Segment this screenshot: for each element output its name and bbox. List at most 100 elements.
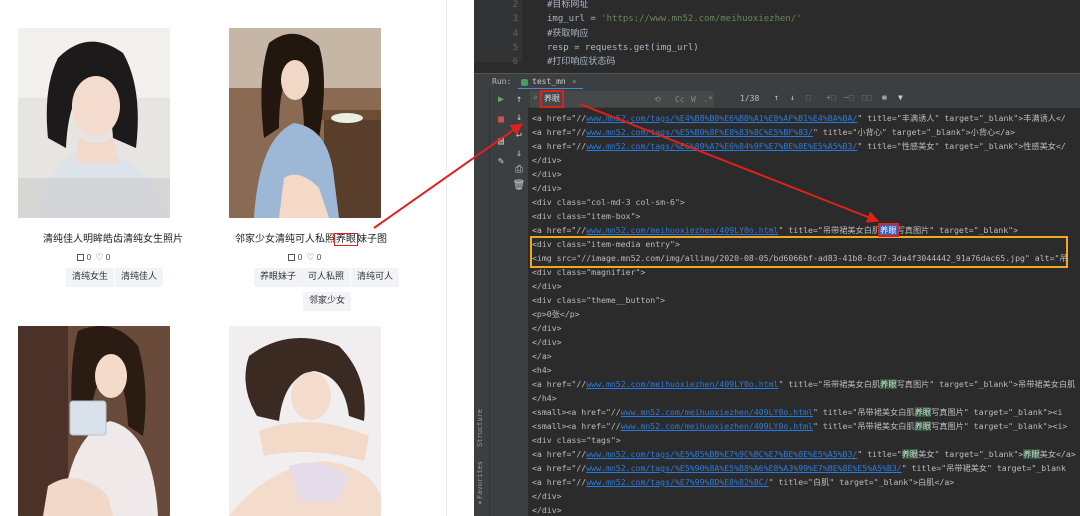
console-link[interactable]: www.mn52.com/meihuoxiezhen/409LY0o.html — [586, 225, 778, 235]
tag-chip[interactable]: 邻家少女 — [303, 292, 352, 311]
close-icon[interactable]: × — [572, 77, 577, 86]
console-text: <a href="// — [532, 113, 587, 123]
console-line: <a href="//www.mn52.com/meihuoxiezhen/40… — [532, 377, 1075, 391]
tag-chip[interactable]: 清纯佳人 — [115, 268, 164, 287]
search-icon: ⌕ — [533, 93, 538, 102]
match-case-toggle[interactable]: Cc — [675, 95, 685, 104]
console-text: " title="白肌" target="_blank">白肌</a> — [768, 477, 955, 487]
console-link[interactable]: www.mn52.com/tags/%E4%B8%B0%E6%BB%A1%E8%… — [586, 113, 857, 123]
star-icon: ★ — [476, 499, 484, 507]
console-line: </div> — [532, 153, 562, 167]
console-line: </div> — [532, 503, 562, 516]
console-line: <a href="//www.mn52.com/tags/%E5%B0%8F%E… — [532, 125, 1015, 139]
console-text: <small><a href="// — [532, 421, 621, 431]
console-link[interactable]: www.mn52.com/meihuoxiezhen/409LY0o.html — [621, 407, 813, 417]
editor-line[interactable]: 6 #打印响应状态码 — [474, 55, 1080, 70]
card-title[interactable]: 邻家少女清纯可人私照养眼妹子图 — [211, 230, 411, 246]
console-text: <a href="// — [532, 225, 587, 235]
add-occurrence-icon[interactable]: +⬚ — [826, 93, 836, 102]
remove-occurrence-icon[interactable]: −⬚ — [844, 93, 854, 102]
fav-count: 0 — [316, 253, 322, 262]
console-line: <div class="tags"> — [532, 433, 621, 447]
clear-icon[interactable]: ⟲ — [654, 95, 661, 104]
console-line: <a href="//www.mn52.com/tags/%E5%90%8A%E… — [532, 461, 1066, 475]
favorites-tab[interactable]: Favorites — [476, 461, 484, 499]
arrow-down-icon[interactable]: ↓ — [512, 111, 526, 125]
editor-line[interactable]: 3 img_url = 'https://www.mn52.com/meihuo… — [474, 12, 1080, 27]
console-link[interactable]: www.mn52.com/tags/%E6%80%A7%E6%84%9F%E7%… — [586, 141, 857, 151]
console-line: <a href="//www.mn52.com/tags/%E5%85%BB%E… — [532, 447, 1076, 461]
code-comment: #打印响应状态码 — [547, 57, 616, 67]
search-match: 养眼 — [880, 379, 897, 389]
editor-line[interactable]: 4 #获取响应 — [474, 27, 1080, 42]
print-icon[interactable]: ⎙ — [512, 163, 526, 177]
console-line: <p>0张</p> — [532, 307, 580, 321]
code-text: img_url = 'https://www.mn52.com/meihuoxi… — [547, 14, 802, 24]
console-link[interactable]: www.mn52.com/meihuoxiezhen/409LY0o.html — [621, 421, 813, 431]
search-match: 养眼 — [878, 223, 899, 237]
search-input[interactable]: ⌕ 养眼 ⟲ Cc W .* — [530, 90, 714, 108]
gallery-photo[interactable] — [229, 28, 381, 218]
code-comment: #获取响应 — [547, 29, 589, 39]
regex-toggle[interactable]: .* — [703, 95, 713, 104]
console-text: </div> — [532, 337, 562, 347]
console-output[interactable]: <a href="//www.mn52.com/tags/%E4%B8%B0%E… — [528, 109, 1080, 516]
run-label: Run: — [492, 77, 512, 86]
card-title[interactable]: 清纯佳人明眸皓齿清纯女生照片 — [13, 230, 213, 245]
view-icon — [288, 254, 296, 261]
console-text: " title="吊带裙美女白肌 — [812, 421, 915, 431]
console-line: </h4> — [532, 391, 557, 405]
console-text: </div> — [532, 323, 562, 333]
console-line: </div> — [532, 321, 562, 335]
tag-chip[interactable]: 清纯可人 — [351, 268, 400, 287]
trash-icon[interactable]: 🗑 — [512, 179, 526, 193]
console-text: 写真图片" target="_blank"><i — [931, 407, 1063, 417]
console-line: <a href="//www.mn52.com/meihuoxiezhen/40… — [532, 223, 1018, 237]
console-link[interactable]: www.mn52.com/tags/%E5%85%BB%E7%9C%BC%E7%… — [586, 449, 857, 459]
console-link[interactable]: www.mn52.com/meihuoxiezhen/409LY0o.html — [586, 379, 778, 389]
console-text: " title=" — [857, 449, 902, 459]
match-count: 1/38 — [740, 94, 760, 103]
next-match-icon[interactable]: ↓ — [790, 93, 795, 102]
tag-chip[interactable]: 养眼妹子 — [254, 268, 303, 287]
stop-icon[interactable]: ■ — [494, 113, 508, 127]
console-line: <img src="//image.mn52.com/img/allimg/20… — [532, 251, 1068, 265]
select-all-occurrences-icon[interactable]: ⬚⬚ — [862, 93, 872, 102]
scroll-end-icon[interactable]: ⇓ — [512, 147, 526, 161]
arrow-up-icon[interactable]: ↑ — [512, 93, 526, 107]
console-line: <h4> — [532, 363, 552, 377]
card-stats: 0 ♡ 0 — [230, 253, 380, 263]
console-text: " title="性感美女" target="_blank">性感美女</ — [857, 141, 1066, 151]
code-editor[interactable]: 2 #目标网址 3 img_url = 'https://www.mn52.co… — [474, 0, 1080, 67]
structure-tab[interactable]: Structure — [476, 409, 484, 447]
run-tab[interactable]: test_mn × — [518, 74, 583, 90]
tag-chip[interactable]: 清纯女生 — [66, 268, 115, 287]
select-all-icon[interactable]: ⬚ — [806, 93, 811, 102]
console-text: " title="吊带裙美女白肌 — [778, 379, 881, 389]
wrap-icon[interactable]: ↩ — [512, 129, 526, 143]
gallery-photo[interactable] — [229, 326, 381, 516]
console-link[interactable]: www.mn52.com/tags/%E7%99%BD%E8%82%8C/ — [586, 477, 768, 487]
whole-word-toggle[interactable]: W — [691, 95, 696, 104]
list-icon[interactable]: ≡ — [882, 93, 887, 102]
console-text: </div> — [532, 155, 562, 165]
layout-icon[interactable]: ▤ — [494, 135, 508, 149]
console-text: <div class="tags"> — [532, 435, 621, 445]
console-text: </a> — [532, 351, 552, 361]
prev-match-icon[interactable]: ↑ — [774, 93, 779, 102]
gallery-photo[interactable] — [18, 326, 170, 516]
rerun-icon[interactable]: ▶ — [494, 93, 508, 107]
filter-icon[interactable]: ▼ — [898, 93, 903, 102]
console-line: </div> — [532, 279, 562, 293]
search-query[interactable]: 养眼 — [540, 90, 564, 108]
console-link[interactable]: www.mn52.com/tags/%E5%B0%8F%E8%83%8C%E5%… — [586, 127, 813, 137]
console-text: <div class="theme__button"> — [532, 295, 666, 305]
console-text: <div class="magnifier"> — [532, 267, 646, 277]
gallery-photo[interactable] — [18, 28, 170, 218]
pin-icon[interactable]: ✎ — [494, 155, 508, 169]
console-text: " title="小背心" target="_blank">小背心</a> — [812, 127, 1015, 137]
tag-chip[interactable]: 可人私照 — [302, 268, 351, 287]
console-text: 美女" target="_blank"> — [918, 449, 1024, 459]
editor-line[interactable]: 5 resp = requests.get(img_url) — [474, 41, 1080, 56]
console-link[interactable]: www.mn52.com/tags/%E5%90%8A%E5%B8%A6%E8%… — [586, 463, 901, 473]
